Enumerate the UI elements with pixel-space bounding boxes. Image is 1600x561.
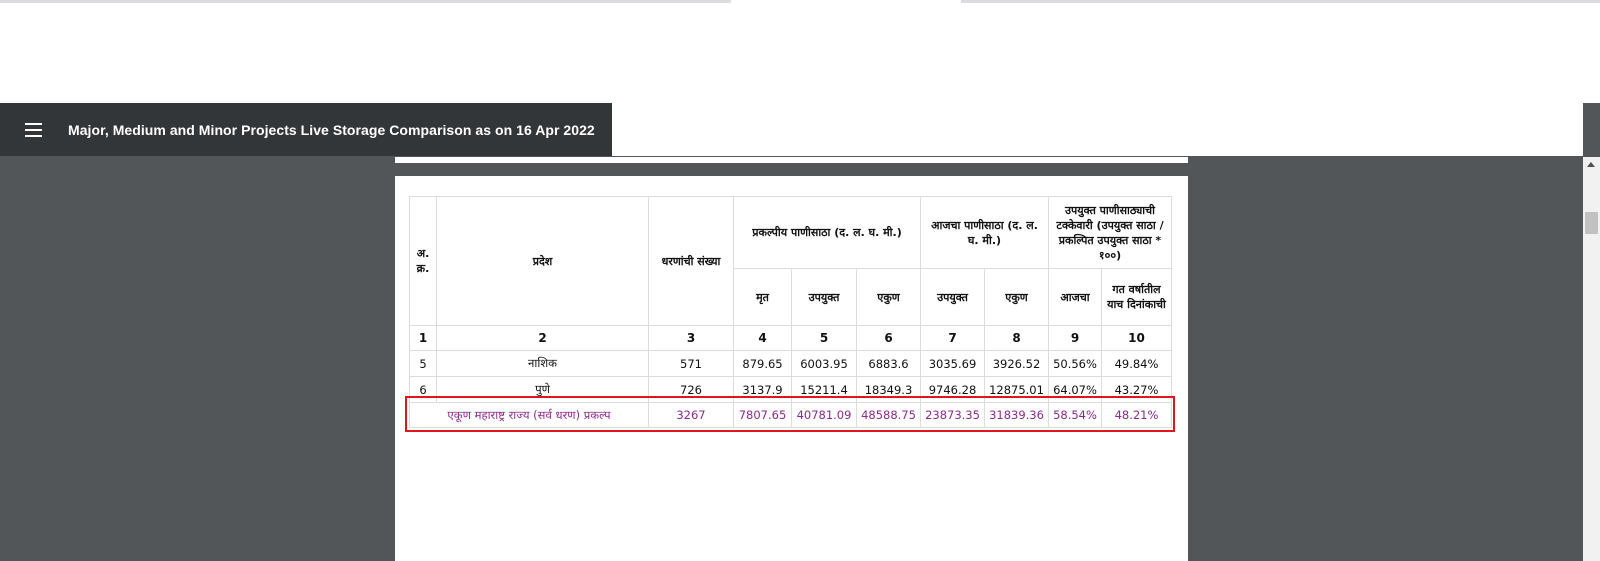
total-row-highlight-box (405, 396, 1175, 432)
header-percentage: उपयुक्त पाणीसाठ्याची टक्केवारी (उपयुक्त … (1048, 196, 1172, 269)
header-last-year: गत वर्षातील याच दिनांकाची (1101, 268, 1172, 326)
cell-useful-today: 3035.69 (920, 350, 985, 377)
header-today: आजचा (1048, 268, 1102, 326)
cell-region: नाशिक (436, 350, 649, 377)
pdf-page: अ. क्र. प्रदेश धरणांची संख्या प्रकल्पीय … (395, 176, 1188, 561)
header-region: प्रदेश (436, 196, 649, 326)
cell-pct-today: 50.56% (1048, 350, 1102, 377)
header-project-storage: प्रकल्पीय पाणीसाठा (द. ल. घ. मी.) (733, 196, 921, 269)
header-useful: उपयुक्त (791, 268, 857, 326)
document-title: Major, Medium and Minor Projects Live St… (68, 121, 595, 138)
toolbar-blank-panel (612, 103, 1583, 156)
column-number: 2 (436, 325, 649, 351)
scrollbar-thumb[interactable] (1585, 212, 1598, 234)
header-today-storage: आजचा पाणीसाठा (द. ल. घ. मी.) (920, 196, 1049, 269)
header-useful-today: उपयुक्त (920, 268, 985, 326)
column-number: 9 (1048, 325, 1102, 351)
column-number: 4 (733, 325, 792, 351)
cell-sr-no: 5 (409, 350, 437, 377)
previous-page-edge (395, 157, 1188, 163)
cell-useful: 6003.95 (791, 350, 857, 377)
header-total: एकुण (856, 268, 921, 326)
hamburger-menu-icon[interactable] (16, 113, 50, 147)
column-number: 6 (856, 325, 921, 351)
header-sr-no: अ. क्र. (409, 196, 437, 326)
column-number: 8 (984, 325, 1049, 351)
cell-dead: 879.65 (733, 350, 792, 377)
storage-comparison-table: अ. क्र. प्रदेश धरणांची संख्या प्रकल्पीय … (409, 196, 1172, 428)
pdf-toolbar: Major, Medium and Minor Projects Live St… (0, 103, 612, 156)
header-row-group: अ. क्र. प्रदेश धरणांची संख्या प्रकल्पीय … (409, 196, 1172, 326)
column-number-row: 1 2 3 4 5 6 7 8 9 10 (409, 325, 1172, 351)
scroll-up-arrow-icon[interactable] (1587, 162, 1595, 167)
table-row: 5 नाशिक 571 879.65 6003.95 6883.6 3035.6… (409, 350, 1172, 377)
cell-pct-last-year: 49.84% (1101, 350, 1172, 377)
header-dead: मृत (733, 268, 792, 326)
top-strip (0, 0, 1600, 4)
column-number: 3 (648, 325, 734, 351)
cell-dam-count: 571 (648, 350, 734, 377)
column-number: 1 (409, 325, 437, 351)
cell-total-today: 3926.52 (984, 350, 1049, 377)
column-number: 10 (1101, 325, 1172, 351)
vertical-scrollbar[interactable] (1583, 157, 1600, 561)
column-number: 5 (791, 325, 857, 351)
column-number: 7 (920, 325, 985, 351)
header-total-today: एकुण (984, 268, 1049, 326)
cell-total: 6883.6 (856, 350, 921, 377)
header-dam-count: धरणांची संख्या (648, 196, 734, 326)
